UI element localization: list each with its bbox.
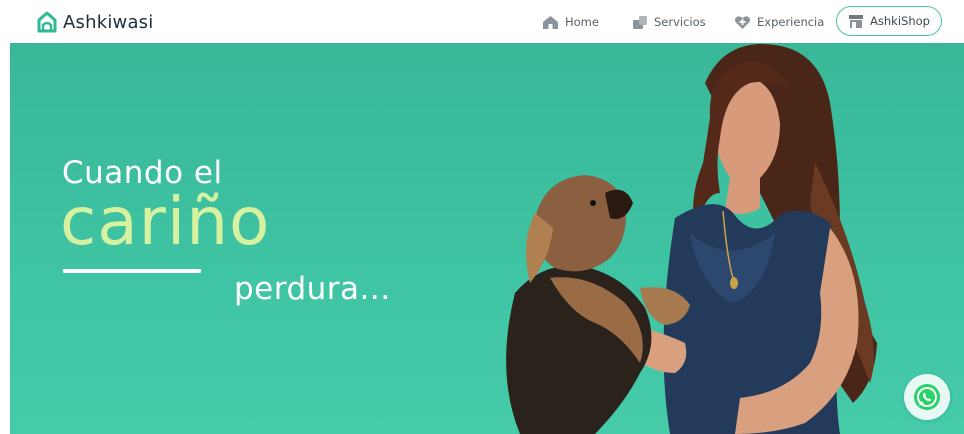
site-header: Ashkiwasi Home Servicios Experiencia Ash… [0,0,964,43]
heart-plus-icon [735,15,750,29]
hero-highlight-word: cariño [60,183,271,260]
house-logo-icon [37,11,57,33]
hero-line-3: perdura... [234,271,391,307]
nav-experiencia[interactable]: Experiencia [734,12,824,32]
hero-photo-woman-with-dog [506,44,877,434]
hero-banner: Cuando el cariño perdura... [10,43,964,434]
whatsapp-icon [914,384,940,410]
nav-experiencia-label: Experiencia [757,15,825,29]
store-icon [849,14,864,28]
brand-name: Ashkiwasi [63,11,154,33]
services-icon [633,15,647,29]
ashkishop-label: AshkiShop [870,14,930,28]
house-icon [543,15,558,29]
nav-home[interactable]: Home [542,12,599,32]
nav-home-label: Home [565,15,599,29]
brand-logo[interactable]: Ashkiwasi [37,9,153,35]
nav-servicios[interactable]: Servicios [631,12,706,32]
nav-servicios-label: Servicios [654,15,706,29]
ashkishop-button[interactable]: AshkiShop [836,6,942,36]
hero-underline [63,269,201,273]
whatsapp-button[interactable] [904,374,950,420]
